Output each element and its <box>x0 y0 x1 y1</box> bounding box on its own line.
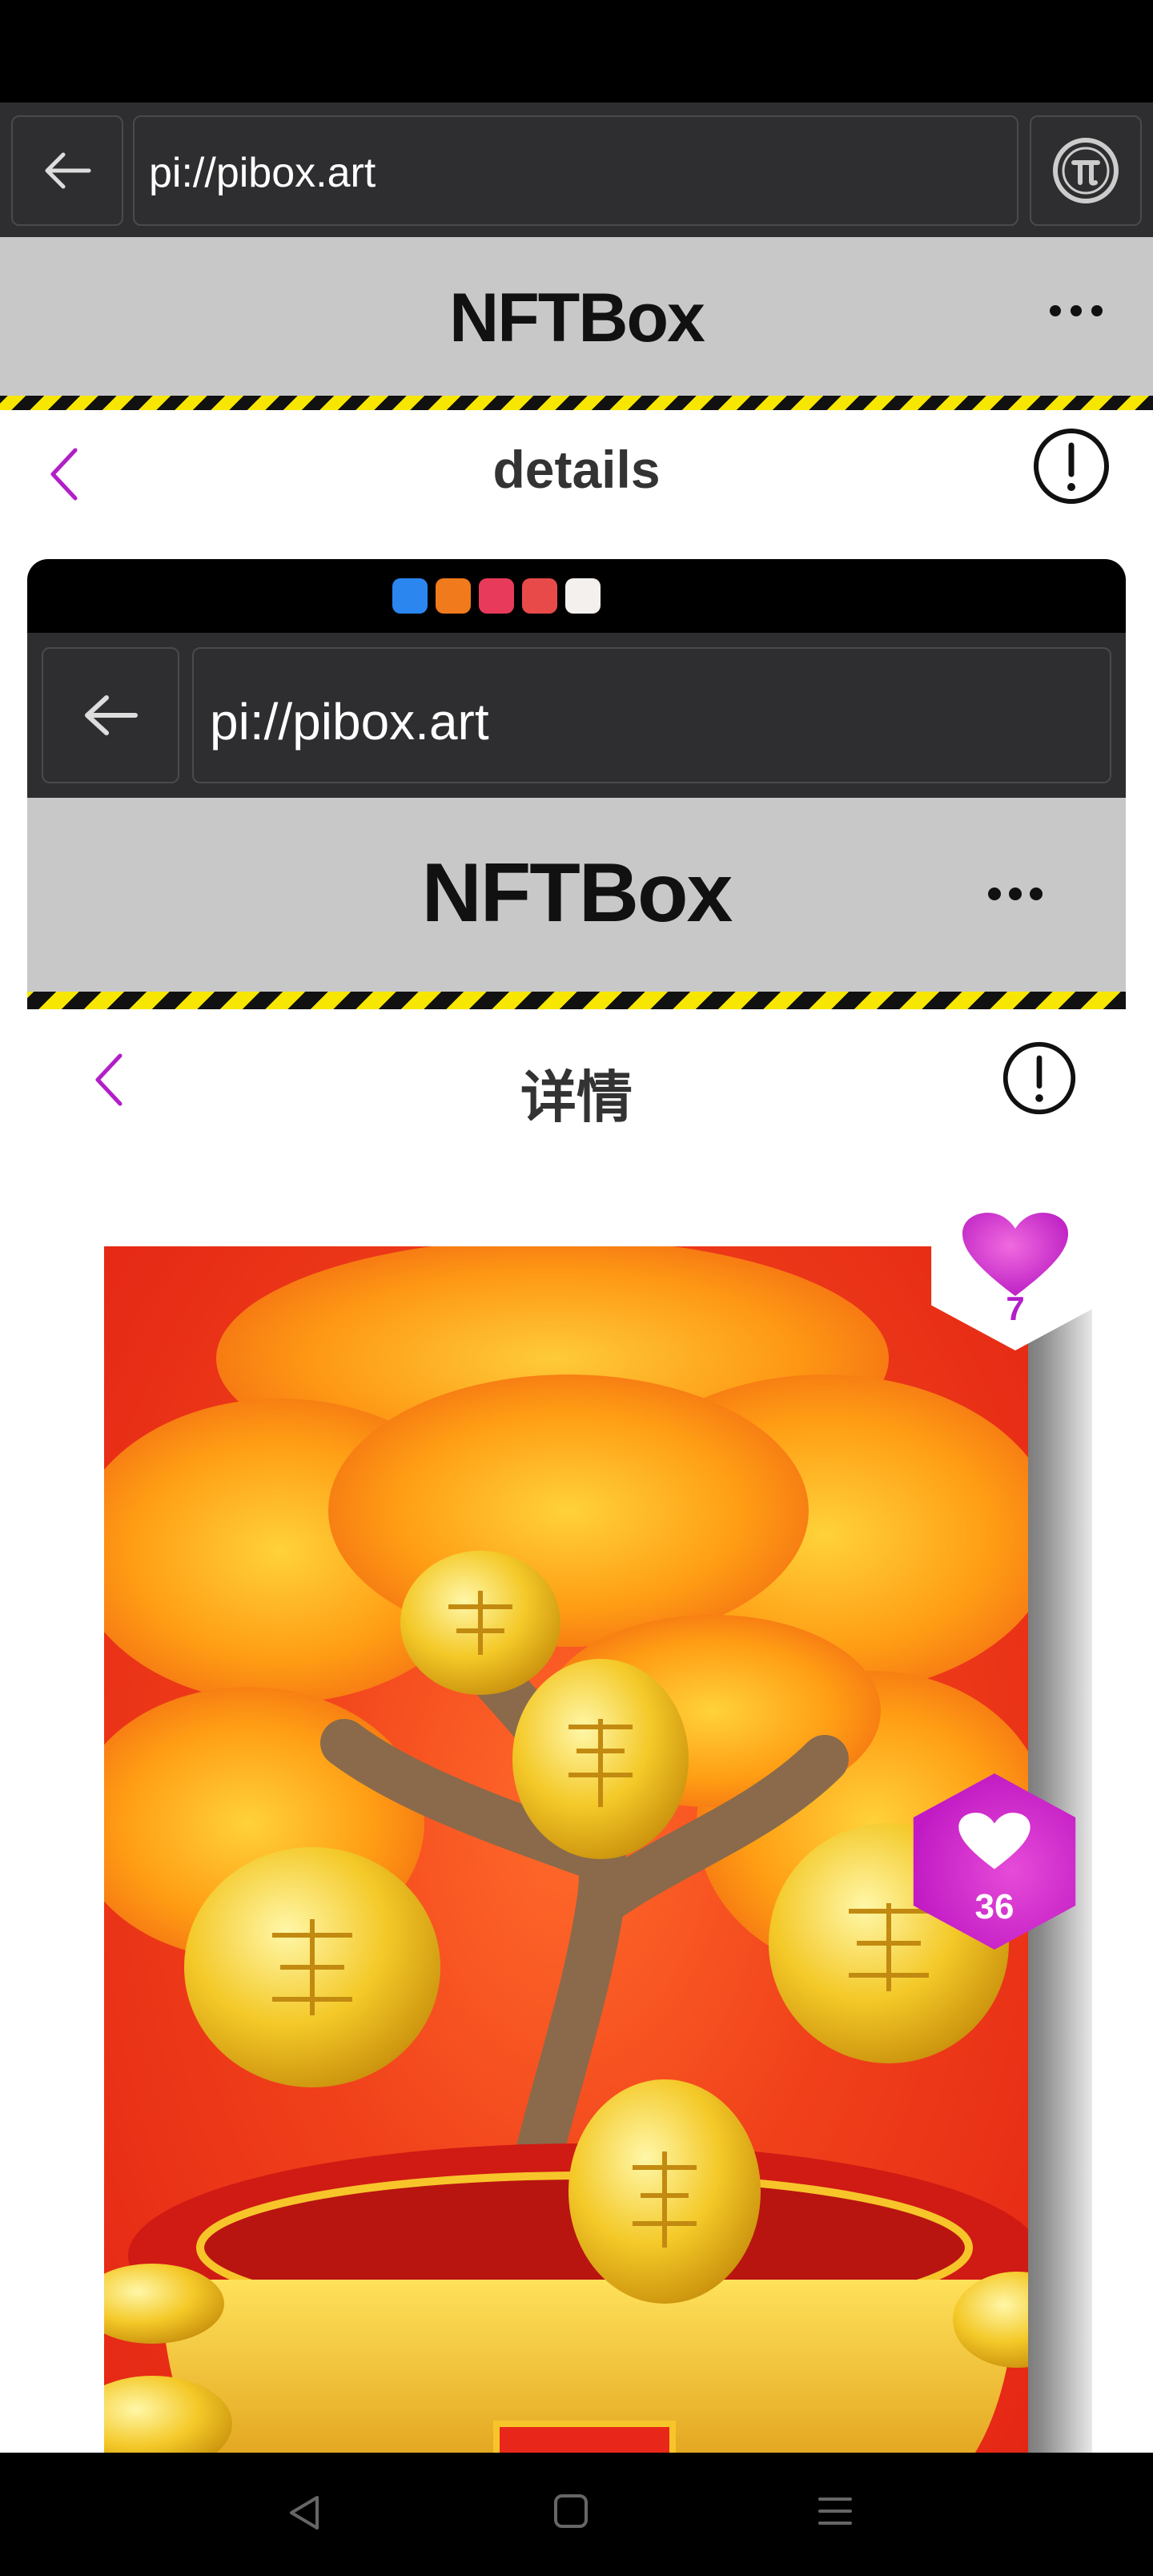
inner-status-bar <box>27 559 1126 633</box>
inner-page-title: 详情 <box>520 1066 633 1129</box>
content-area: pi://pibox.art NFTBox 详情 7 36 <box>0 541 1153 2453</box>
pi-browser-button[interactable] <box>1030 115 1142 226</box>
inner-app-header: NFTBox <box>27 798 1126 992</box>
address-text: pi://pibox.art <box>149 150 376 196</box>
arrow-left-icon <box>85 695 138 735</box>
inner-browser-bar: pi://pibox.art <box>27 633 1126 798</box>
store-app-icon <box>479 578 514 614</box>
nft-screenshot-card[interactable]: pi://pibox.art NFTBox 详情 7 36 <box>27 559 1126 2453</box>
info-circle-icon[interactable] <box>1031 426 1111 506</box>
inner-details-header: 详情 <box>27 1009 1126 1153</box>
cloud-app-icon <box>392 578 428 614</box>
app-title: NFTBox <box>449 280 705 356</box>
browser-bar: pi://pibox.art <box>0 103 1153 237</box>
inner-address-text: pi://pibox.art <box>210 693 489 751</box>
arrow-left-icon <box>45 152 91 189</box>
video-app-icon <box>436 578 471 614</box>
pi-network-icon <box>1053 138 1119 203</box>
inner-back-button <box>42 647 179 783</box>
heart-icon <box>962 1213 1068 1296</box>
mail-app-icon <box>522 578 557 614</box>
nft-artwork-image[interactable] <box>104 1246 1028 2453</box>
inner-hazard-stripe <box>27 992 1126 1009</box>
status-bar <box>0 0 1153 103</box>
money-tree-illustration <box>104 1246 1028 2453</box>
hazard-stripe <box>0 396 1153 410</box>
system-nav-bar <box>0 2453 1153 2576</box>
more-dots-icon <box>988 888 1043 900</box>
page-title: details <box>492 440 661 499</box>
browser-app-icon <box>565 578 601 614</box>
inner-app-title: NFTBox <box>421 847 733 940</box>
heart-icon <box>958 1813 1030 1870</box>
browser-back-button[interactable] <box>11 115 123 226</box>
nav-menu-icon[interactable] <box>817 2493 854 2530</box>
inner-address-bar: pi://pibox.art <box>192 647 1111 783</box>
info-circle-icon <box>1002 1041 1076 1115</box>
details-header: details <box>0 410 1153 541</box>
more-dots-icon[interactable] <box>1044 295 1108 327</box>
notification-app-icons <box>392 578 601 614</box>
app-header: NFTBox <box>0 237 1153 396</box>
address-bar[interactable]: pi://pibox.art <box>133 115 1018 226</box>
nav-home-icon[interactable] <box>552 2493 589 2530</box>
nav-back-icon[interactable] <box>285 2493 325 2533</box>
